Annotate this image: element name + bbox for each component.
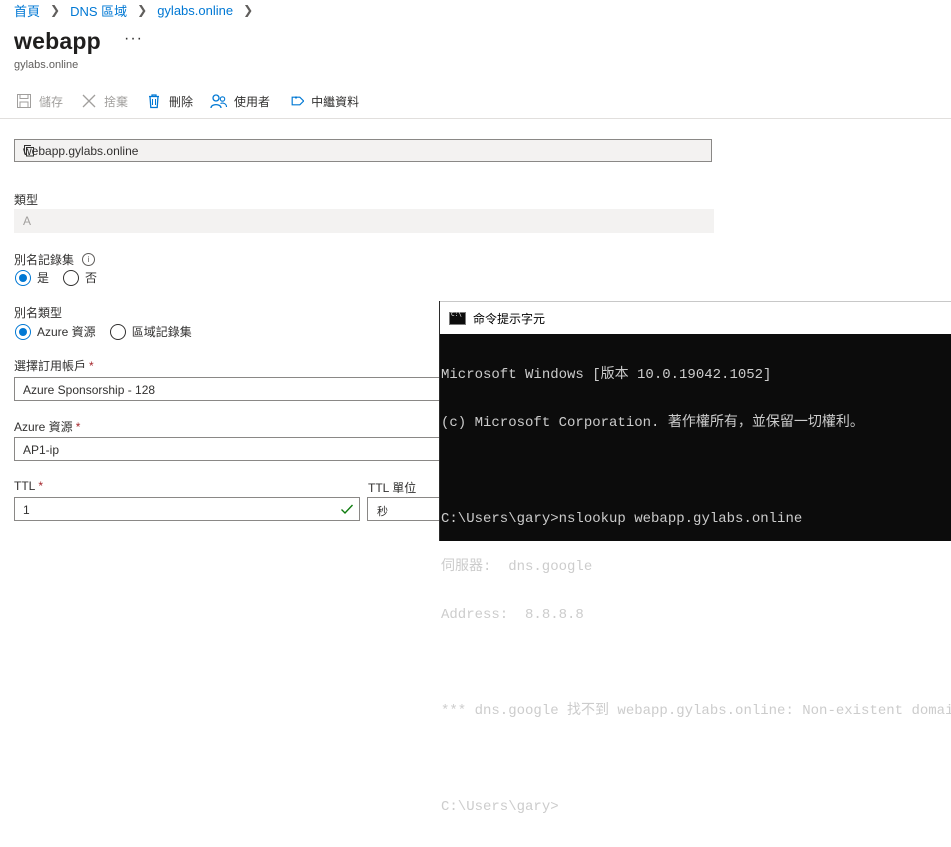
tag-icon	[286, 91, 306, 111]
delete-label: 刪除	[169, 94, 194, 109]
ttl-unit-value: 秒	[377, 506, 388, 518]
page-title: webapp	[14, 28, 101, 54]
breadcrumb: 首頁 ❯ DNS 區域 ❯ gylabs.online ❯	[14, 1, 263, 19]
chevron-right-icon: ❯	[50, 3, 61, 17]
discard-button[interactable]: 捨棄	[79, 91, 128, 111]
azure-resource-value: AP1-ip	[23, 443, 60, 457]
alias-type-zone-label: 區域記錄集	[131, 325, 192, 339]
subscription-label: 選擇訂用帳戶 *	[14, 357, 94, 374]
breadcrumb-home-link[interactable]: 首頁	[14, 1, 40, 20]
ttl-value: 1	[23, 503, 30, 517]
alias-no-radio[interactable]	[63, 269, 80, 286]
cmd-line: (c) Microsoft Corporation. 著作權所有，並保留一切權利…	[441, 415, 864, 431]
alias-type-radio-group: Azure 資源 區域記錄集	[15, 323, 206, 340]
save-button[interactable]: 儲存	[14, 91, 63, 111]
chevron-right-icon: ❯	[243, 3, 254, 17]
toolbar-divider	[0, 118, 951, 119]
ttl-unit-label: TTL 單位	[368, 481, 417, 495]
cmd-titlebar[interactable]: 命令提示字元	[440, 301, 951, 334]
required-mark: *	[89, 359, 94, 373]
metadata-label: 中繼資料	[311, 94, 360, 109]
chevron-right-icon: ❯	[137, 3, 148, 17]
close-icon	[79, 91, 99, 111]
alias-type-zone-option[interactable]: 區域記錄集	[109, 323, 192, 340]
alias-type-azure-option[interactable]: Azure 資源	[15, 323, 96, 340]
more-options-icon[interactable]: ···	[124, 30, 143, 48]
alias-yes-label: 是	[37, 271, 50, 285]
required-mark: *	[75, 420, 81, 434]
azure-resource-select[interactable]: AP1-ip	[14, 437, 454, 461]
alias-no-option[interactable]: 否	[63, 269, 97, 286]
alias-yes-option[interactable]: 是	[15, 269, 49, 286]
breadcrumb-dns-zones-link[interactable]: DNS 區域	[70, 1, 127, 20]
info-icon[interactable]: i	[82, 253, 96, 266]
ttl-input[interactable]: 1	[14, 497, 360, 521]
save-label: 儲存	[39, 94, 64, 109]
alias-type-zone-radio[interactable]	[109, 323, 126, 340]
breadcrumb-zone-link[interactable]: gylabs.online	[157, 3, 233, 18]
azure-resource-label: Azure 資源 *	[14, 418, 80, 435]
cmd-line: *** dns.google 找不到 webapp.gylabs.online:…	[441, 703, 951, 719]
required-mark: *	[38, 479, 44, 493]
discard-label: 捨棄	[104, 94, 129, 109]
cmd-title: 命令提示字元	[473, 311, 546, 326]
alias-radio-group: 是 否	[15, 269, 111, 286]
metadata-button[interactable]: 中繼資料	[286, 91, 359, 111]
cmd-line	[441, 463, 951, 479]
subscription-select[interactable]: Azure Sponsorship - 128	[14, 377, 454, 401]
cmd-line: C:\Users\gary>nslookup webapp.gylabs.onl…	[441, 511, 803, 527]
alias-yes-radio[interactable]	[15, 269, 31, 286]
alias-type-azure-label: Azure 資源	[37, 325, 96, 339]
subscription-value: Azure Sponsorship - 128	[23, 383, 156, 397]
type-value: A	[23, 214, 32, 228]
trash-icon	[144, 91, 164, 111]
ttl-label-text: TTL	[14, 479, 36, 493]
command-toolbar: 儲存 捨棄 刪除 使用者 中繼資料	[14, 88, 375, 114]
type-select: A	[14, 209, 714, 233]
cmd-prompt-line: C:\Users\gary>	[441, 799, 559, 815]
alias-type-label: 別名類型	[14, 306, 63, 320]
ttl-label: TTL *	[14, 479, 43, 493]
copy-icon[interactable]	[23, 144, 705, 160]
alias-record-set-label-text: 別名記錄集	[14, 253, 75, 267]
subscription-label-text: 選擇訂用帳戶	[14, 359, 87, 373]
users-label: 使用者	[234, 94, 271, 109]
save-icon	[14, 91, 34, 111]
alias-type-azure-radio[interactable]	[15, 323, 31, 340]
type-label: 類型	[14, 193, 39, 207]
cmd-line	[441, 751, 951, 767]
page-subtitle: gylabs.online	[14, 59, 79, 71]
fqdn-field: webapp.gylabs.online	[14, 139, 712, 162]
alias-record-set-label: 別名記錄集 i	[14, 251, 96, 268]
alias-no-label: 否	[85, 271, 98, 285]
checkmark-icon	[340, 502, 354, 519]
terminal-icon	[449, 311, 466, 325]
cmd-line: 伺服器: dns.google	[441, 559, 593, 575]
azure-resource-label-text: Azure 資源	[14, 420, 73, 434]
cmd-line: Address: 8.8.8.8	[441, 607, 584, 623]
cmd-line: Microsoft Windows [版本 10.0.19042.1052]	[441, 367, 772, 383]
users-icon	[209, 91, 229, 111]
delete-button[interactable]: 刪除	[144, 91, 193, 111]
cmd-output[interactable]: Microsoft Windows [版本 10.0.19042.1052] (…	[441, 335, 951, 847]
cmd-line	[441, 655, 951, 671]
command-prompt-window[interactable]: 命令提示字元 Microsoft Windows [版本 10.0.19042.…	[439, 301, 951, 815]
users-button[interactable]: 使用者	[209, 91, 270, 111]
